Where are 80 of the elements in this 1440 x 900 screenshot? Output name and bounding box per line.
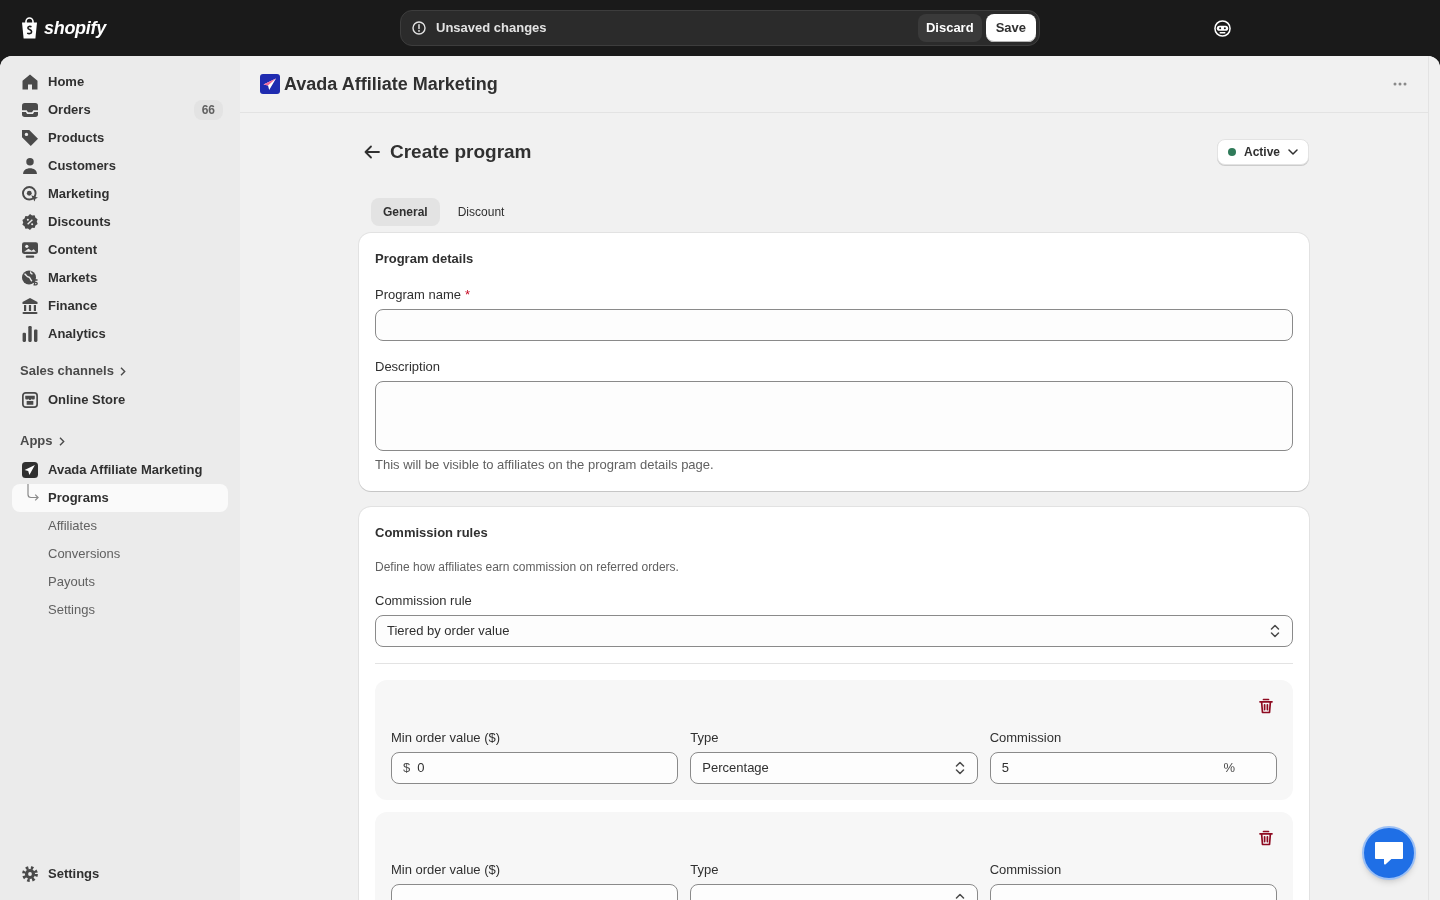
nav-item[interactable]: Orders 66 [12,96,228,124]
home-icon [22,74,38,90]
speech-bubble-icon [1374,841,1404,865]
help-text: This will be visible to affiliates on the program details page. [375,456,715,474]
nav-item[interactable]: Finance [12,292,228,320]
nav-item[interactable]: Content [12,236,228,264]
select-field[interactable]: Percentage [690,752,978,784]
tab[interactable]: Discount [445,198,517,226]
store-icon [22,392,38,408]
text-area-field[interactable] [375,381,1293,451]
card-title: Commission rules [375,524,489,542]
nav-item[interactable]: Customers [12,152,228,180]
chevron-right-icon [58,436,65,446]
paper-plane-icon [260,74,280,94]
card-title: Program details [375,250,475,268]
section-header-link[interactable]: Sales channels [12,356,134,386]
save-button[interactable]: Save [985,14,1036,42]
chevron-down-icon [1288,149,1298,155]
sub-nav-item[interactable]: Settings [12,596,228,624]
unsaved-message: Unsaved changes [436,19,547,38]
up-down-chevron-icon [954,761,965,775]
gear-icon [22,866,38,882]
info-icon [412,21,426,35]
globe-icon [22,270,38,286]
target-icon [22,186,38,202]
up-down-chevron-icon [1270,624,1280,638]
card-description: Define how affiliates earn commission on referred orders. [375,559,680,576]
field-label: Type [690,729,720,747]
section-header-link[interactable]: Apps [12,426,73,456]
bank-icon [22,298,38,314]
shopping-bag-icon [20,17,39,39]
field-label: Min order value ($) [391,861,502,879]
status-dropdown-button[interactable]: Active [1216,139,1309,165]
field-label: Description [375,358,442,376]
delete-button[interactable] [1259,828,1273,848]
nav-item[interactable]: Analytics [12,320,228,348]
tag-icon [22,130,38,146]
count-badge: 66 [193,100,223,120]
nav-item[interactable]: Settings [12,860,228,888]
sub-nav-item[interactable]: Payouts [12,568,228,596]
input-field[interactable]: 5 % [989,752,1277,784]
status-dot-icon [1227,148,1236,156]
nav-item[interactable]: Home [12,68,228,96]
trash-icon [1259,698,1273,714]
tab[interactable]: General [371,198,440,226]
nav-item[interactable]: Online Store [12,386,228,414]
tree-connector-icon [27,484,39,501]
field-label: Commission rule [375,592,473,610]
nav-item[interactable]: Markets [12,264,228,292]
shopify-logo-link[interactable]: shopify [20,17,106,39]
input-field[interactable] [375,309,1293,341]
bar-chart-icon [22,326,38,342]
bot-face-icon [1214,19,1231,37]
ellipsis-icon [1393,82,1407,86]
chevron-right-icon [119,366,126,376]
field-label: Commission [989,861,1063,879]
field-label: Min order value ($) [391,729,502,747]
sub-nav-item[interactable]: Conversions [12,540,228,568]
field-label: Commission [989,729,1063,747]
trash-icon [1259,830,1273,846]
input-field[interactable]: $ 0 [391,752,679,784]
nav-item[interactable]: Marketing [12,180,228,208]
discard-button[interactable]: Discard [917,14,982,42]
sub-nav-item[interactable]: Programs [12,484,228,512]
nav-item[interactable]: Discounts [12,208,228,236]
nav-item[interactable]: Avada Affiliate Marketing [12,456,228,484]
percent-badge-icon [22,214,38,230]
paper-plane-icon [22,462,38,478]
field-label: Program name * [375,286,472,304]
person-icon [22,158,38,174]
inbox-icon [22,102,38,118]
image-monitor-icon [22,242,38,258]
sub-nav-item[interactable]: Affiliates [12,512,228,540]
app-title: Avada Affiliate Marketing [284,72,498,96]
page-title: Create program [390,139,532,164]
nav-item[interactable]: Products [12,124,228,152]
delete-button[interactable] [1259,696,1273,716]
field-label: Type [690,861,720,879]
arrow-left-icon [364,145,380,159]
select-field[interactable]: Tiered by order value [375,615,1293,647]
